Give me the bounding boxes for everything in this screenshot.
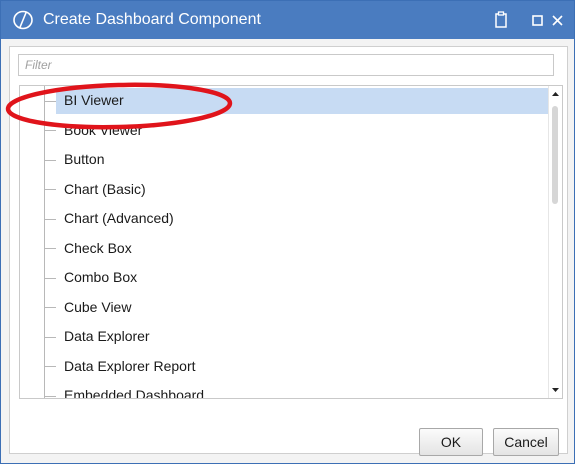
tree-item-label: Data Explorer Report: [64, 357, 196, 374]
title-bar[interactable]: Create Dashboard Component: [1, 1, 574, 39]
tree-item[interactable]: Chart (Advanced): [20, 204, 548, 234]
tree-item-label: Button: [64, 151, 105, 167]
tree-item-label: Combo Box: [64, 269, 138, 285]
tree-item[interactable]: Data Explorer Report: [20, 351, 548, 381]
create-dashboard-component-dialog: Create Dashboard Component BI Viewer Book…: [0, 0, 575, 464]
tree-item-label: Embedded Dashboard: [64, 387, 205, 399]
tree-item-label: BI Viewer: [64, 92, 124, 108]
clipboard-icon[interactable]: [490, 9, 512, 31]
tree-connector: [44, 336, 56, 338]
tree-item[interactable]: Chart (Basic): [20, 174, 548, 204]
ok-button[interactable]: OK: [419, 428, 483, 456]
tree-item[interactable]: BI Viewer: [20, 86, 548, 116]
tree-connector: [44, 277, 56, 279]
scroll-up-arrow-icon[interactable]: [549, 88, 562, 100]
onestream-logo-icon: [13, 10, 33, 30]
close-icon[interactable]: [547, 9, 569, 31]
cancel-button[interactable]: Cancel: [493, 428, 559, 456]
tree-connector: [44, 189, 56, 191]
tree-item[interactable]: Data Explorer: [20, 322, 548, 352]
tree-item[interactable]: Check Box: [20, 233, 548, 263]
component-list: BI Viewer Book Viewer Button Chart (Basic) C…: [20, 86, 548, 399]
tree-connector: [44, 395, 56, 397]
vertical-scrollbar[interactable]: [548, 86, 562, 398]
tree-item-label: Cube View: [64, 298, 132, 315]
tree-item[interactable]: Embedded Dashboard: [20, 381, 548, 399]
tree-item[interactable]: Button: [20, 145, 548, 175]
tree-item-label: Check Box: [64, 239, 132, 256]
tree-connector: [44, 248, 56, 250]
tree-item[interactable]: Book Viewer: [20, 115, 548, 145]
tree-item-label: Chart (Advanced): [64, 210, 174, 226]
tree-connector: [44, 307, 56, 309]
tree-connector: [44, 159, 56, 161]
tree-connector: [44, 218, 56, 220]
tree-item-label: Book Viewer: [64, 121, 143, 138]
scroll-thumb[interactable]: [552, 106, 558, 204]
dialog-title: Create Dashboard Component: [43, 11, 261, 28]
tree-item-label: Chart (Basic): [64, 180, 146, 197]
tree-connector: [44, 100, 56, 102]
filter-input[interactable]: [18, 54, 554, 76]
tree-connector: [44, 366, 56, 368]
component-tree[interactable]: BI Viewer Book Viewer Button Chart (Basic) C…: [19, 85, 563, 399]
tree-item[interactable]: Cube View: [20, 292, 548, 322]
maximize-icon[interactable]: [527, 9, 549, 31]
selection-highlight: [56, 88, 548, 114]
tree-item[interactable]: Combo Box: [20, 263, 548, 293]
tree-connector: [44, 130, 56, 132]
scroll-down-arrow-icon[interactable]: [549, 384, 562, 396]
dialog-content: BI Viewer Book Viewer Button Chart (Basic) C…: [5, 46, 568, 456]
tree-item-label: Data Explorer: [64, 328, 150, 344]
